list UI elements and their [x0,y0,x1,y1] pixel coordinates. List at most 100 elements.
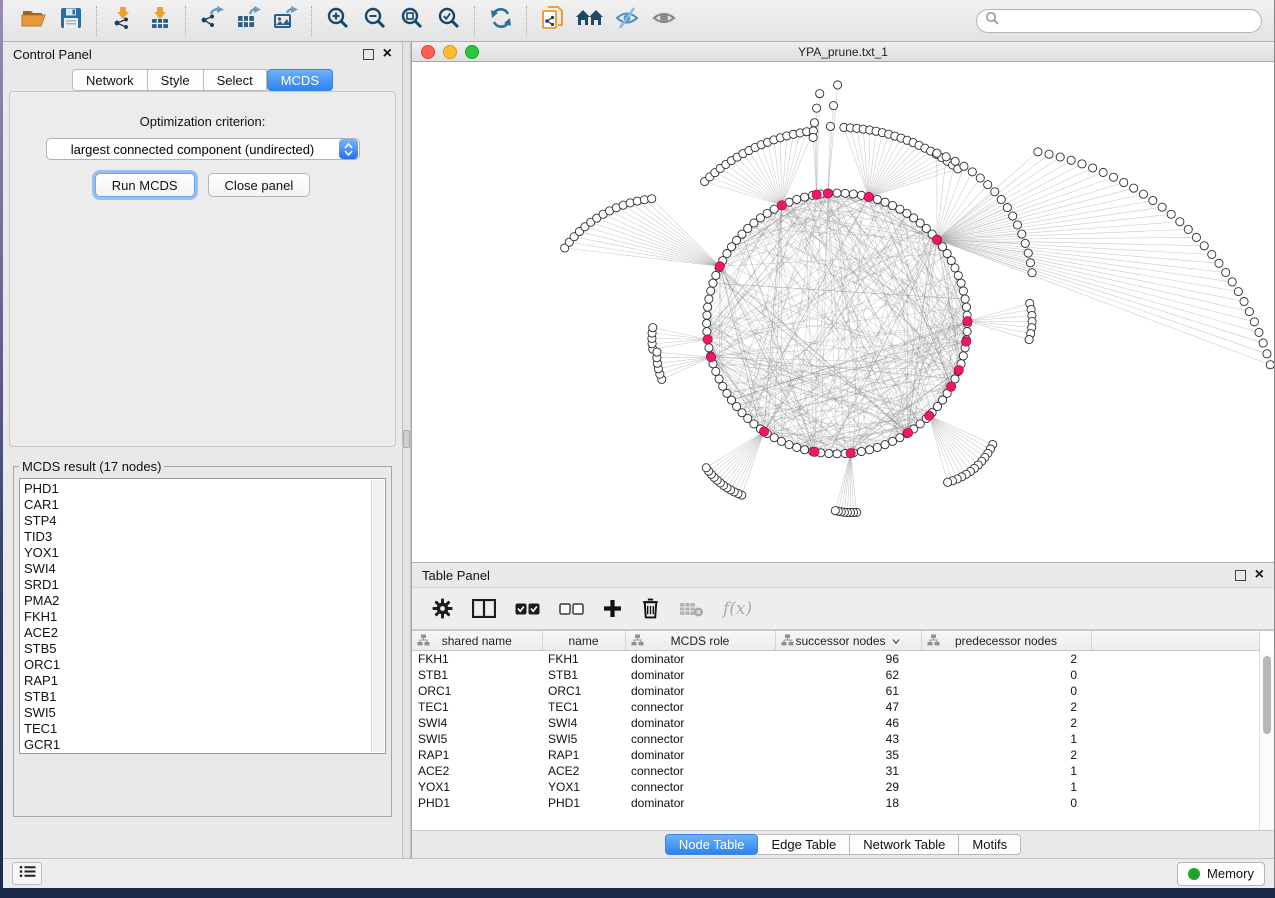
network-node[interactable] [800,446,808,454]
network-node[interactable] [1018,230,1026,238]
network-node[interactable] [1021,239,1029,247]
network-node[interactable] [951,264,959,272]
list-item[interactable]: CAR1 [24,497,369,513]
network-node[interactable] [705,295,713,303]
network-node[interactable] [707,287,715,295]
network-node[interactable] [1013,221,1021,229]
network-node[interactable] [833,189,841,197]
refresh-button[interactable] [482,4,519,38]
delete-column-icon[interactable] [641,598,660,619]
add-column-icon[interactable] [603,599,622,618]
memory-button[interactable]: Memory [1177,862,1265,886]
select-all-icon[interactable] [515,603,540,615]
table-row[interactable]: SWI5SWI5connector431 [412,731,1260,747]
network-node[interactable] [1009,212,1017,220]
tab-node-table[interactable]: Node Table [665,834,759,855]
network-node[interactable] [1176,218,1184,226]
network-node[interactable] [1228,278,1236,286]
zoom-fit-button[interactable] [393,4,430,38]
network-node[interactable] [1266,361,1274,369]
network-node[interactable] [1263,350,1271,358]
network-node[interactable] [1255,328,1263,336]
run-mcds-button[interactable]: Run MCDS [95,173,195,197]
network-node[interactable] [1245,308,1253,316]
list-item[interactable]: YOX1 [24,545,369,561]
zoom-out-button[interactable] [356,4,393,38]
network-node[interactable] [1025,335,1033,343]
mcds-node[interactable] [962,337,971,346]
tab-select[interactable]: Select [204,69,267,91]
network-node[interactable] [703,311,711,319]
export-image-button[interactable] [267,4,304,38]
mcds-node[interactable] [703,335,712,344]
import-network-button[interactable] [104,4,141,38]
mcds-node[interactable] [812,190,821,199]
tab-edge-table[interactable]: Edge Table [758,834,850,855]
network-node[interactable] [873,195,881,203]
zoom-selected-button[interactable] [430,4,467,38]
float-panel-icon[interactable] [1235,570,1246,581]
list-item[interactable]: STP4 [24,513,369,529]
mcds-node[interactable] [777,201,786,210]
home-networks-button[interactable] [571,4,608,38]
show-visual-button[interactable] [645,4,682,38]
network-node[interactable] [841,189,849,197]
network-node[interactable] [873,443,881,451]
tab-network[interactable]: Network [72,69,148,91]
table-row[interactable]: RAP1RAP1dominator352 [412,747,1260,763]
mcds-node[interactable] [823,189,832,198]
list-item[interactable]: TEC1 [24,721,369,737]
network-node[interactable] [702,464,710,472]
network-node[interactable] [813,104,821,112]
list-item[interactable]: SWI4 [24,561,369,577]
network-node[interactable] [1184,225,1192,233]
table-row[interactable]: YOX1YOX1connector291 [412,779,1260,795]
network-node[interactable] [997,195,1005,203]
list-item[interactable]: FKH1 [24,609,369,625]
network-node[interactable] [881,441,889,449]
list-item[interactable]: ACE2 [24,625,369,641]
network-node[interactable] [944,478,952,486]
network-node[interactable] [704,303,712,311]
network-node[interactable] [849,190,857,198]
network-node[interactable] [991,188,999,196]
tab-network-table[interactable]: Network Table [850,834,959,855]
table-row[interactable]: SWI4SWI4dominator462 [412,715,1260,731]
network-node[interactable] [959,287,967,295]
network-node[interactable] [968,168,976,176]
network-node[interactable] [857,447,865,455]
network-node[interactable] [800,193,808,201]
network-node[interactable] [1167,210,1175,218]
network-node[interactable] [834,81,842,89]
optimization-criterion-select[interactable]: largest connected component (undirected) [46,138,360,160]
network-node[interactable] [1026,259,1034,267]
network-node[interactable] [1130,184,1138,192]
list-item[interactable]: SRD1 [24,577,369,593]
hide-visual-button[interactable] [608,4,645,38]
mcds-node[interactable] [707,353,716,362]
float-panel-icon[interactable] [363,49,374,60]
network-node[interactable] [709,279,717,287]
network-node[interactable] [962,303,970,311]
network-canvas[interactable] [412,62,1274,562]
network-node[interactable] [933,149,941,157]
list-item[interactable]: STB5 [24,641,369,657]
network-node[interactable] [810,119,818,127]
network-node[interactable] [888,437,896,445]
tab-mcds[interactable]: MCDS [267,69,333,91]
network-node[interactable] [1089,164,1097,172]
table-row[interactable]: ACE2ACE2connector311 [412,763,1260,779]
network-node[interactable] [1099,168,1107,176]
table-row[interactable]: STB1STB1dominator620 [412,667,1260,683]
network-node[interactable] [712,367,720,375]
network-node[interactable] [951,157,959,165]
network-node[interactable] [1192,233,1200,241]
table-scrollbar[interactable] [1259,651,1274,830]
list-item[interactable]: GCR1 [24,737,369,753]
network-node[interactable] [1158,203,1166,211]
split-columns-icon[interactable] [472,599,496,618]
mcds-node[interactable] [925,411,934,420]
column-header-predecessor-nodes[interactable]: predecessor nodes [921,631,1091,651]
network-node[interactable] [1200,242,1208,250]
network-node[interactable] [712,271,720,279]
